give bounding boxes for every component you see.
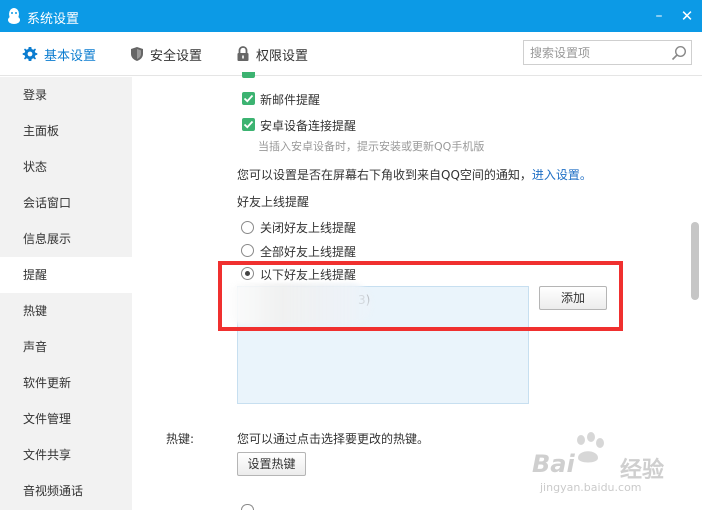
- hotkey-section-label: 热键:: [166, 432, 195, 446]
- tab-label: 安全设置: [150, 48, 203, 64]
- search-box[interactable]: [523, 40, 692, 65]
- sidebar-item-login[interactable]: 登录: [0, 77, 132, 113]
- android-connect-label: 安卓设备连接提醒: [260, 119, 357, 133]
- lock-icon: [237, 46, 249, 61]
- check-icon: [243, 94, 254, 103]
- qzone-notice: 您可以设置是否在屏幕右下角收到来自QQ空间的通知，进入设置。: [237, 166, 592, 183]
- friend-online-title: 好友上线提醒: [237, 195, 310, 209]
- tab-security-settings[interactable]: 安全设置: [130, 44, 202, 64]
- checkbox-cut-off[interactable]: [242, 72, 255, 78]
- radio-all-label: 全部好友上线提醒: [260, 245, 357, 259]
- minimize-button[interactable]: –: [646, 4, 672, 28]
- sidebar-item-main-panel[interactable]: 主面板: [0, 113, 132, 149]
- close-button[interactable]: ✕: [674, 4, 700, 28]
- qzone-settings-link[interactable]: 进入设置。: [532, 168, 592, 182]
- sidebar-item-av-call[interactable]: 音视频通话: [0, 473, 132, 509]
- settings-sidebar: 登录 主面板 状态 会话窗口 信息展示 提醒 热键 声音 软件更新 文件管理 文…: [0, 77, 132, 510]
- sidebar-item-status[interactable]: 状态: [0, 149, 132, 185]
- sidebar-item-file-management[interactable]: 文件管理: [0, 401, 132, 437]
- sidebar-item-reminder[interactable]: 提醒: [0, 257, 132, 293]
- sidebar-item-hotkey[interactable]: 热键: [0, 293, 132, 329]
- window-title: 系统设置: [27, 12, 80, 27]
- qzone-text: 您可以设置是否在屏幕右下角收到来自QQ空间的通知，: [237, 168, 532, 182]
- checkbox-android-connect[interactable]: [242, 118, 255, 131]
- check-icon: [243, 120, 254, 129]
- watermark-brand-cn: 经验: [620, 458, 665, 483]
- sidebar-item-software-update[interactable]: 软件更新: [0, 365, 132, 401]
- content-scrollbar-thumb[interactable]: [691, 222, 699, 300]
- sidebar-item-chat-window[interactable]: 会话窗口: [0, 185, 132, 221]
- baidu-jingyan-watermark: Bai 经验 jingyan.baidu.com: [530, 432, 702, 498]
- hotkey-description: 您可以通过点击选择要更改的热键。: [237, 432, 430, 446]
- tab-basic-settings[interactable]: 基本设置: [22, 44, 96, 64]
- watermark-brand-en: Bai: [532, 450, 575, 478]
- tab-permission-settings[interactable]: 权限设置: [236, 44, 308, 64]
- shield-icon: [131, 47, 143, 61]
- search-icon[interactable]: [671, 45, 687, 61]
- sound-section-cutoff: [166, 503, 182, 510]
- checkbox-new-mail[interactable]: [242, 92, 255, 105]
- gear-icon: [22, 47, 38, 61]
- new-mail-label: 新邮件提醒: [260, 93, 321, 107]
- radio-off-friend-online[interactable]: [241, 221, 254, 234]
- watermark-url: jingyan.baidu.com: [540, 481, 642, 494]
- sidebar-item-sound[interactable]: 声音: [0, 329, 132, 365]
- sidebar-item-info-display[interactable]: 信息展示: [0, 221, 132, 257]
- sidebar-item-file-sharing[interactable]: 文件共享: [0, 437, 132, 473]
- android-hint: 当插入安卓设备时，提示安装或更新QQ手机版: [258, 140, 485, 153]
- highlight-annotation-box: [218, 261, 623, 331]
- tab-label: 权限设置: [256, 48, 309, 64]
- search-input[interactable]: [530, 44, 666, 61]
- set-hotkey-button[interactable]: 设置热键: [237, 452, 306, 476]
- paw-icon: [577, 432, 604, 463]
- qq-penguin-icon: [8, 8, 20, 24]
- radio-all-friend-online[interactable]: [241, 244, 254, 257]
- title-bar: 系统设置 – ✕: [0, 0, 702, 32]
- tab-label: 基本设置: [44, 48, 97, 64]
- radio-off-label: 关闭好友上线提醒: [260, 221, 357, 235]
- checkbox-sound-cutoff[interactable]: [241, 504, 254, 510]
